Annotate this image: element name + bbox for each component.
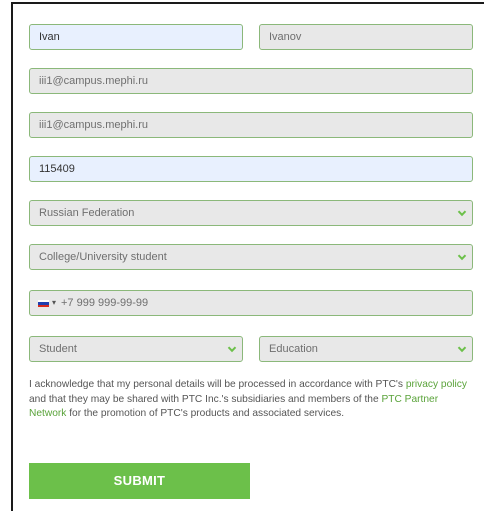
chevron-down-icon — [457, 208, 467, 218]
role-select[interactable]: Student — [29, 336, 243, 362]
country-value: Russian Federation — [39, 207, 135, 219]
phone-field[interactable]: ▾ +7 999 999-99-99 — [29, 290, 473, 316]
industry-select[interactable]: Education — [259, 336, 473, 362]
status-select[interactable]: College/University student — [29, 244, 473, 270]
last-name-field[interactable]: Ivanov — [259, 24, 473, 50]
russia-flag-icon[interactable] — [38, 300, 49, 307]
country-select[interactable]: Russian Federation — [29, 200, 473, 226]
phone-value: +7 999 999-99-99 — [61, 297, 149, 309]
chevron-down-icon — [227, 344, 237, 354]
role-value: Student — [39, 343, 77, 355]
postal-code-field[interactable]: 115409 — [29, 156, 473, 182]
email-field[interactable]: iii1@campus.mephi.ru — [29, 68, 473, 94]
email-confirm-field[interactable]: iii1@campus.mephi.ru — [29, 112, 473, 138]
industry-value: Education — [269, 343, 318, 355]
first-name-field[interactable]: Ivan — [29, 24, 243, 50]
privacy-policy-link[interactable]: privacy policy — [406, 379, 467, 390]
chevron-down-icon — [457, 344, 467, 354]
chevron-down-icon — [457, 252, 467, 262]
flag-dropdown-arrow[interactable]: ▾ — [52, 291, 56, 315]
status-value: College/University student — [39, 251, 167, 263]
submit-button[interactable]: SUBMIT — [29, 463, 250, 499]
consent-text: I acknowledge that my personal details w… — [29, 379, 467, 419]
